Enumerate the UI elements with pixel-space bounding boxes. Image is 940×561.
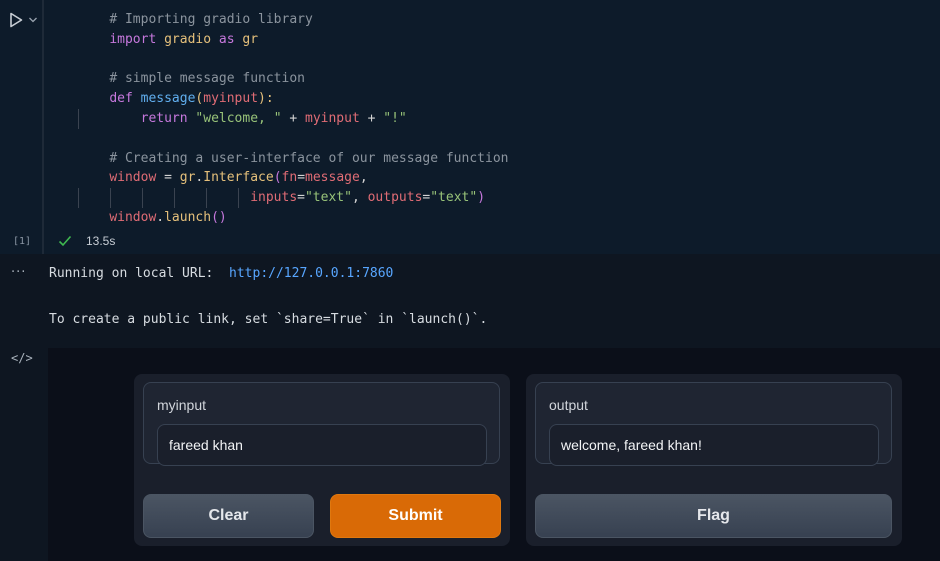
code-token: window (109, 209, 157, 225)
cell-divider (42, 0, 44, 254)
code-token: outputs (367, 190, 423, 206)
code-token: "welcome, " (195, 110, 282, 126)
code-token: . (156, 209, 165, 225)
code-line: # Importing gradio library (78, 10, 508, 30)
indent-guide (238, 188, 239, 208)
code-line: inputs="text", outputs="text") (78, 188, 508, 208)
code-token: () (211, 209, 227, 225)
code-line: # Creating a user-interface of our messa… (78, 149, 508, 169)
code-token: ( (273, 170, 282, 186)
output-value: welcome, fareed khan! (561, 437, 702, 453)
code-token: = (297, 170, 306, 186)
execution-time: 13.5s (86, 234, 116, 248)
code-line: window = gr.Interface(fn=message, (78, 168, 508, 188)
input-block: myinput fareed khan (143, 382, 500, 466)
myinput-textbox[interactable]: fareed khan (157, 424, 487, 466)
code-line: # simple message function (78, 69, 508, 89)
code-token: def (109, 91, 133, 107)
gradio-app: myinput fareed khan Clear Submit output … (48, 348, 940, 561)
code-token: # Creating a user-interface of our messa… (109, 150, 509, 166)
share-hint: To create a public link, set `share=True… (49, 312, 488, 327)
code-token: fn (281, 170, 298, 186)
code-token: launch (164, 209, 212, 225)
run-options-chevron-icon[interactable] (26, 11, 40, 25)
code-line: window.launch() (78, 208, 508, 228)
code-token: import (109, 31, 157, 47)
code-token: + (281, 110, 305, 126)
running-text: Running on local URL: (49, 266, 230, 281)
code-token: , (351, 190, 368, 206)
local-url-link[interactable]: http://127.0.0.1:7860 (229, 266, 393, 281)
indent-guide (174, 188, 175, 208)
code-token: return (140, 110, 188, 126)
run-cell-icon[interactable] (9, 12, 23, 28)
code-token: gr (234, 31, 259, 47)
code-token: ): (258, 91, 274, 107)
execution-count: [1] (13, 236, 32, 247)
code-line: def message(myinput): (78, 89, 508, 109)
indent-guide (78, 188, 79, 208)
output-panel: output welcome, fareed khan! Flag (526, 374, 902, 546)
indent-guide (206, 188, 207, 208)
code-token: gr (179, 170, 196, 186)
myinput-value: fareed khan (169, 437, 243, 453)
code-token: ) (477, 190, 486, 206)
cell-gutter: [1] (0, 0, 42, 254)
code-token: # simple message function (109, 71, 305, 87)
output-textbox[interactable]: welcome, fareed khan! (549, 424, 879, 466)
output-label: output (549, 397, 588, 413)
output-menu-icon[interactable]: ··· (11, 265, 26, 280)
html-embed-icon: </> (11, 351, 33, 365)
code-token: message (305, 170, 360, 186)
input-panel: myinput fareed khan Clear Submit (134, 374, 510, 546)
code-token: "text" (430, 190, 478, 206)
code-token: "text" (304, 190, 352, 206)
code-line: return "welcome, " + myinput + "!" (78, 108, 508, 129)
indent-guide (142, 188, 143, 208)
success-check-icon (58, 235, 72, 247)
code-token: = (297, 190, 305, 206)
code-editor[interactable]: # Importing gradio library import gradio… (78, 10, 508, 228)
indent-guide (78, 108, 79, 129)
code-token: window (109, 170, 157, 186)
code-token: gradio (156, 31, 219, 47)
code-token: myinput (305, 110, 360, 126)
code-token: + (359, 110, 384, 126)
code-token: myinput (203, 91, 259, 107)
code-token: Interface (203, 170, 274, 186)
submit-button[interactable]: Submit (330, 494, 501, 538)
flag-button[interactable]: Flag (535, 494, 892, 538)
code-token: message (140, 91, 196, 107)
code-token: = (156, 170, 180, 186)
code-token: "!" (383, 110, 407, 126)
code-token: as (218, 31, 235, 47)
clear-button[interactable]: Clear (143, 494, 314, 538)
code-cell[interactable]: [1] # Importing gradio library import gr… (0, 0, 940, 254)
code-token: , (359, 170, 368, 186)
code-line: import gradio as gr (78, 30, 508, 50)
indent-guide (110, 188, 111, 208)
code-token: inputs (250, 190, 298, 206)
output-block: output welcome, fareed khan! (535, 382, 892, 466)
code-token: # Importing gradio library (109, 12, 313, 27)
input-label: myinput (157, 397, 207, 413)
running-message: Running on local URL: http://127.0.0.1:7… (49, 266, 393, 281)
